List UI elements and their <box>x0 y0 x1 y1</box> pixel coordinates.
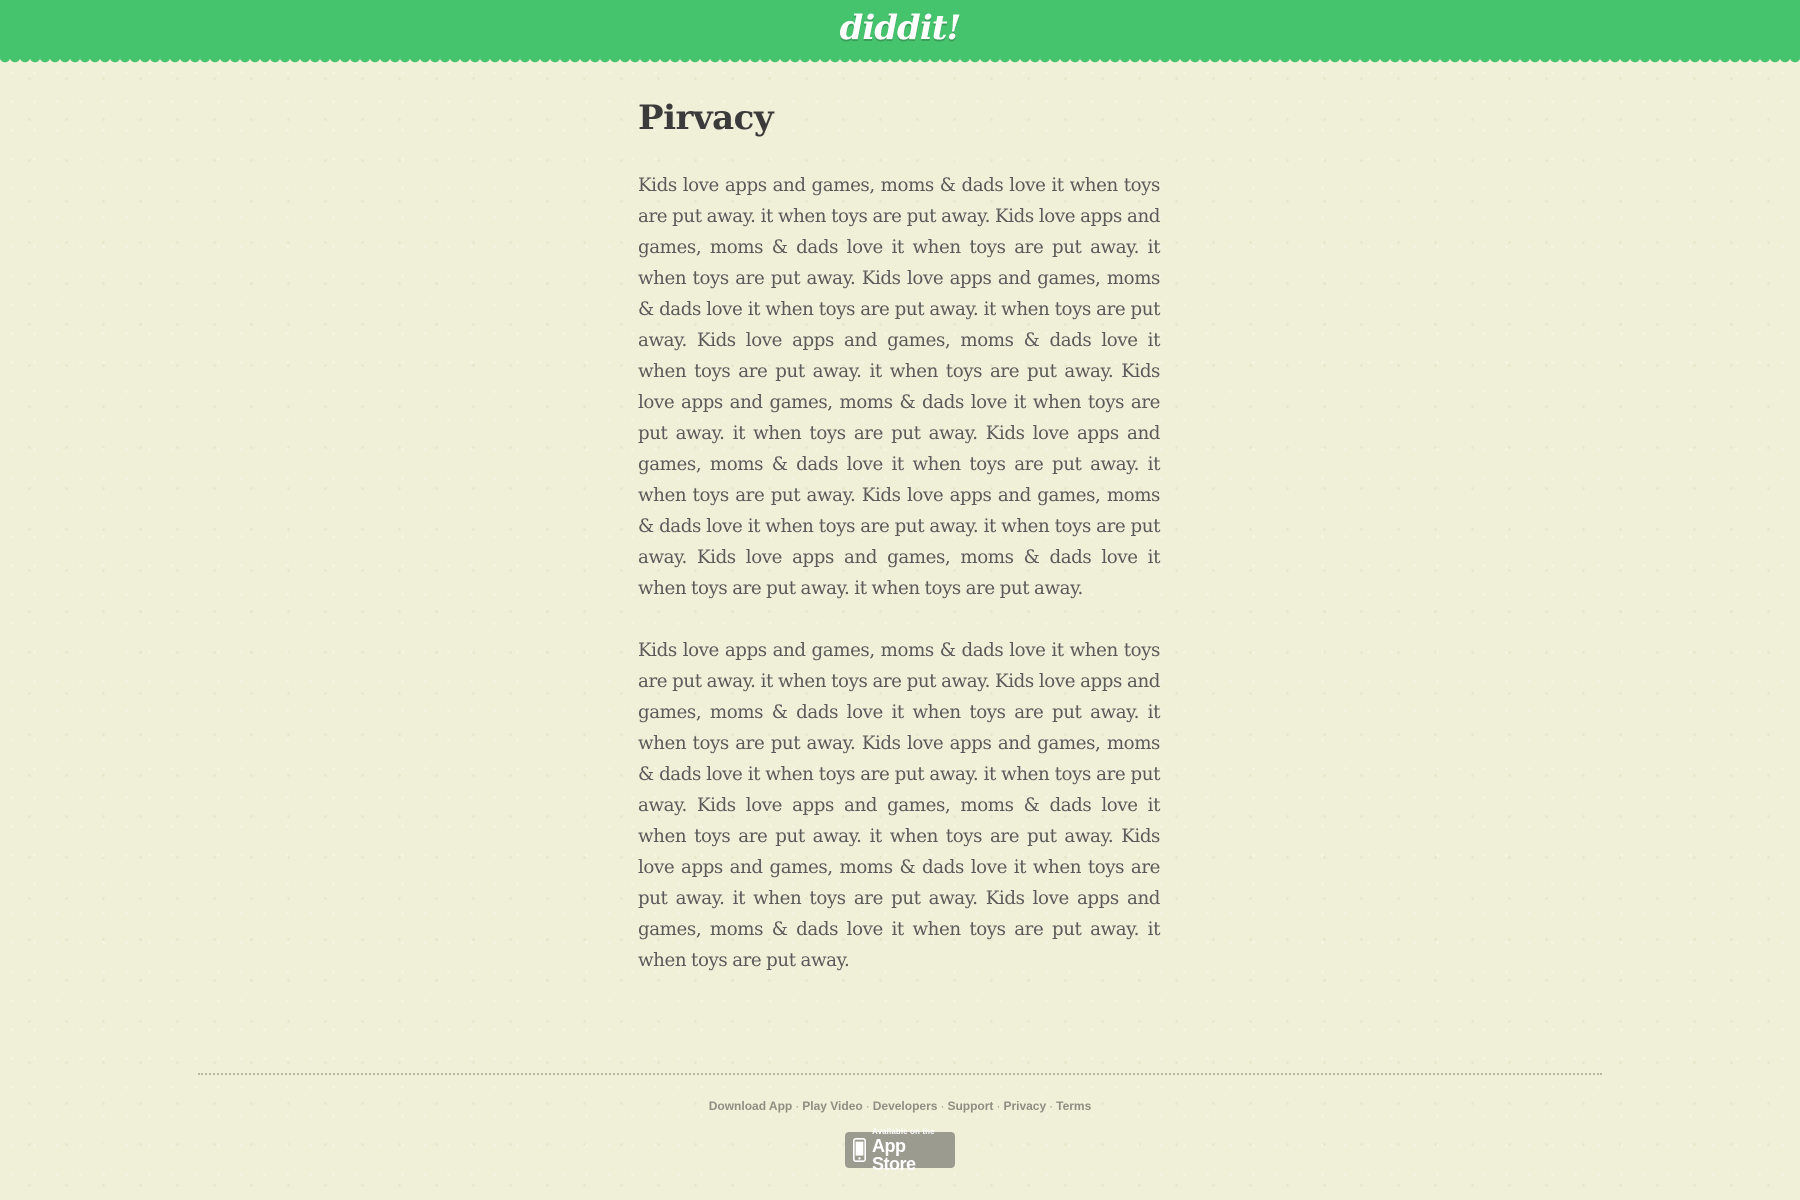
app-store-badge-big-text: App Store <box>872 1135 916 1174</box>
footer-link-support[interactable]: Support <box>947 1099 993 1113</box>
body-paragraph-2: Kids love apps and games, moms & dads lo… <box>638 640 1160 971</box>
footer-separator: · <box>996 1099 1001 1113</box>
app-store-badge-text: Available on the App Store <box>872 1126 949 1174</box>
body-paragraph-1: Kids love apps and games, moms & dads lo… <box>638 175 1160 599</box>
footer-separator: · <box>795 1099 800 1113</box>
footer-link-play-video[interactable]: Play Video <box>802 1099 862 1113</box>
footer-link-privacy[interactable]: Privacy <box>1003 1099 1046 1113</box>
footer-link-terms[interactable]: Terms <box>1056 1099 1091 1113</box>
phone-icon <box>853 1138 866 1162</box>
footer-separator: · <box>940 1099 945 1113</box>
app-store-badge-small-text: Available on the <box>872 1126 935 1136</box>
header-scallop-edge <box>0 57 1800 67</box>
app-store-badge-container: Available on the App Store <box>0 1127 1800 1173</box>
site-logo[interactable]: diddit! <box>0 6 1800 50</box>
header-bar: diddit! <box>0 0 1800 57</box>
app-store-badge[interactable]: Available on the App Store <box>845 1127 955 1173</box>
footer-separator: · <box>865 1099 870 1113</box>
footer-divider <box>198 1073 1602 1075</box>
footer-link-developers[interactable]: Developers <box>873 1099 938 1113</box>
page-title: Pirvacy <box>638 98 774 138</box>
footer-separator: · <box>1049 1099 1054 1113</box>
main-content: Pirvacy Kids love apps and games, moms &… <box>638 96 1160 976</box>
footer-nav: Download App · Play Video · Developers · Suppo… <box>0 1098 1800 1114</box>
footer-link-download-app[interactable]: Download App <box>709 1099 793 1113</box>
